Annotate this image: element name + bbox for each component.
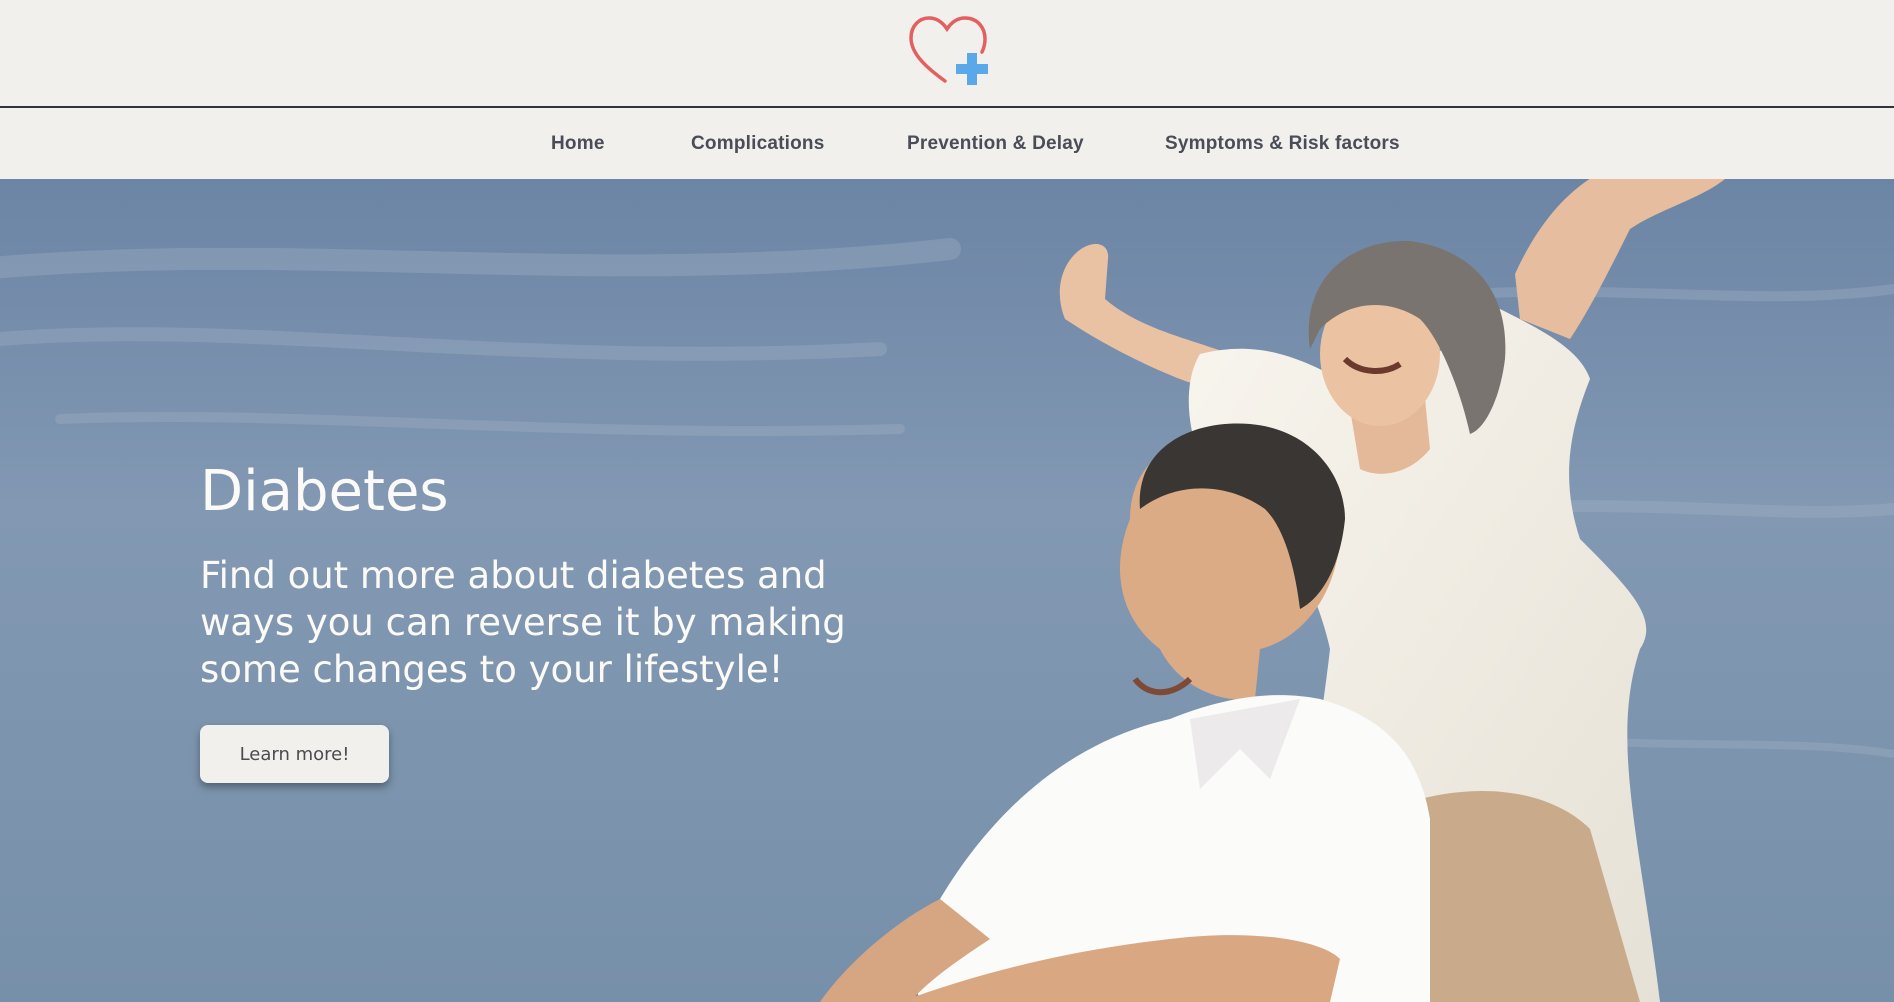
nav-symptoms-risk-factors[interactable]: Symptoms & Risk factors bbox=[1165, 133, 1400, 155]
heart-plus-icon bbox=[909, 16, 988, 85]
main-nav: Home Complications Prevention & Delay Sy… bbox=[0, 108, 1894, 179]
hero-description-line: some changes to your lifestyle! bbox=[200, 648, 784, 691]
hero-title: Diabetes bbox=[200, 459, 449, 524]
hero-description-line: Find out more about diabetes and bbox=[200, 554, 827, 597]
hero-banner: Diabetes Find out more about diabetes an… bbox=[0, 179, 1894, 1002]
hero-description: Find out more about diabetes and ways yo… bbox=[200, 552, 900, 693]
nav-complications[interactable]: Complications bbox=[691, 133, 825, 155]
learn-more-button[interactable]: Learn more! bbox=[200, 725, 389, 783]
site-header bbox=[0, 0, 1894, 108]
hero-description-line: ways you can reverse it by making bbox=[200, 601, 846, 644]
nav-prevention-delay[interactable]: Prevention & Delay bbox=[907, 133, 1084, 155]
nav-home[interactable]: Home bbox=[551, 133, 605, 155]
logo-link[interactable] bbox=[905, 10, 995, 90]
